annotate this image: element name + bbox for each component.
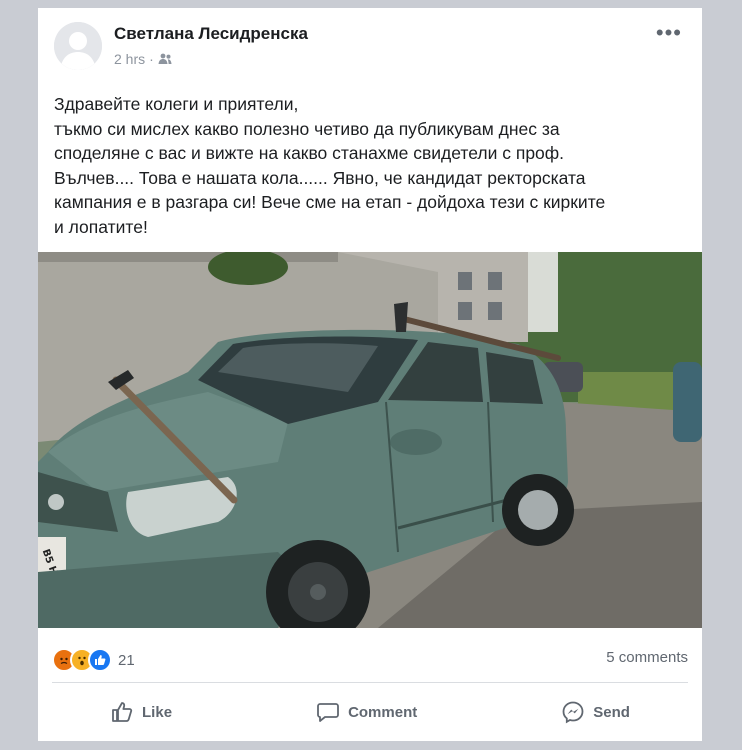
- post-meta: 2 hrs ·: [114, 51, 172, 67]
- reactions-summary[interactable]: 21: [52, 648, 135, 672]
- actions-divider: [52, 682, 688, 683]
- comments-count[interactable]: 5 comments: [606, 649, 688, 666]
- messenger-icon: [562, 701, 584, 724]
- post-text: Здравейте колеги и приятели, тъкмо си ми…: [54, 94, 606, 237]
- like-reaction-icon: [88, 648, 112, 672]
- avatar[interactable]: [54, 22, 102, 70]
- meta-separator: ·: [149, 51, 154, 67]
- friends-icon[interactable]: [158, 53, 172, 65]
- send-button[interactable]: Send: [561, 700, 630, 724]
- comment-icon: [317, 703, 339, 722]
- like-button[interactable]: Like: [110, 700, 172, 724]
- comment-button[interactable]: Comment: [316, 700, 417, 724]
- post-timestamp[interactable]: 2 hrs: [114, 51, 145, 67]
- like-label: Like: [142, 703, 173, 721]
- send-label: Send: [593, 703, 630, 721]
- post-actions: Like Comment Send: [38, 688, 702, 736]
- thumbs-up-icon: [112, 702, 133, 722]
- post-card: Светлана Лесидренска 2 hrs · ••• Здравей…: [38, 8, 702, 741]
- comment-label: Comment: [348, 703, 418, 721]
- reaction-count: 21: [118, 651, 135, 669]
- default-avatar-icon: [54, 22, 102, 70]
- car-photo: B5 HA: [38, 252, 702, 628]
- post-author[interactable]: Светлана Лесидренска: [114, 24, 308, 44]
- more-options-icon[interactable]: •••: [656, 22, 682, 44]
- post-photo[interactable]: B5 HA: [38, 252, 702, 628]
